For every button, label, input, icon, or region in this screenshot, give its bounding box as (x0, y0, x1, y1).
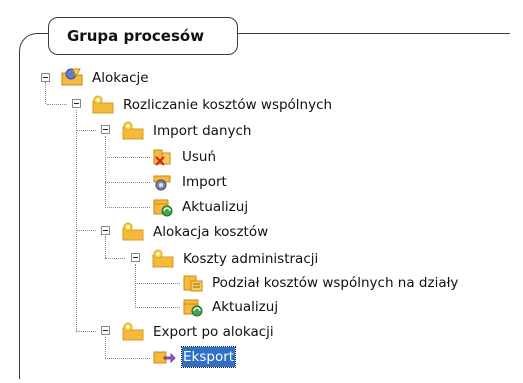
tree-connector (105, 182, 150, 183)
tree-node-label: Aktualizuj (182, 199, 249, 215)
process-root-icon (61, 68, 83, 86)
tree-connector (76, 130, 96, 131)
export-icon (153, 351, 176, 364)
folder-gear-icon (152, 249, 174, 268)
tree-connector (135, 283, 180, 284)
tree-node-label: Usuń (182, 149, 217, 165)
tree-node-label: Import danych (153, 123, 252, 139)
collapse-toggle[interactable] (72, 99, 81, 108)
tree-node-label: Rozliczanie kosztów wspólnych (123, 97, 333, 113)
tree-connector (76, 230, 96, 231)
tree-connector (105, 136, 106, 208)
folder-gear-icon (92, 95, 114, 114)
refresh-icon (183, 299, 203, 317)
tree-node-label: Import (182, 174, 227, 190)
tree-node-label: Export po alokacji (153, 324, 274, 340)
tree-connector (135, 264, 136, 308)
split-icon (183, 275, 203, 292)
tree-node-label: Eksport (180, 346, 237, 368)
tree-connector (105, 207, 150, 208)
tree-connector (76, 331, 96, 332)
tree-node-label: Aktualizuj (212, 299, 279, 315)
tree-node-label: Alokacje (92, 70, 149, 86)
tree-connector (105, 236, 106, 258)
collapse-toggle[interactable] (101, 125, 110, 134)
collapse-toggle[interactable] (131, 253, 140, 262)
tree-node-label: Alokacja kosztów (153, 224, 269, 240)
tree-node-label: Koszty administracji (183, 251, 319, 267)
import-icon (153, 175, 171, 191)
tree-connector (45, 82, 46, 104)
collapse-toggle[interactable] (101, 326, 110, 335)
collapse-toggle[interactable] (41, 73, 50, 82)
delete-icon (153, 149, 171, 166)
folder-gear-icon (122, 322, 144, 341)
tree-connector (135, 307, 180, 308)
tree-connector (105, 337, 106, 358)
tree-connector (105, 258, 125, 259)
folder-gear-icon (122, 121, 144, 140)
collapse-toggle[interactable] (101, 226, 110, 235)
tree-connector (105, 358, 150, 359)
tree-connector (76, 110, 77, 331)
tree-connector (47, 104, 67, 105)
tree-connector (105, 157, 150, 158)
process-tree: Alokacje Rozliczanie kosztów wspólnych I… (0, 0, 523, 383)
refresh-icon (153, 199, 173, 217)
folder-gear-icon (122, 222, 144, 241)
tree-node-label: Podział kosztów wspólnych na działy (212, 275, 459, 291)
